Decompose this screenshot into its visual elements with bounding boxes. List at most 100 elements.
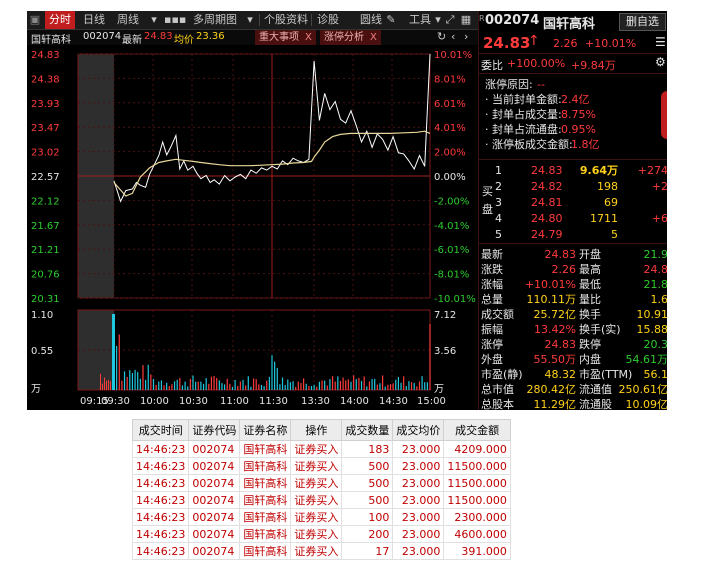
r-marker: R [479, 14, 485, 23]
intraday-chart[interactable]: 24.83 10.01% 24.38 8.01% 23.93 6.01% 23.47 4.01… [27, 11, 478, 410]
table-row[interactable]: 14:46:23 002074 国轩高科 证券买入 200 23.000 4600.000 [131, 525, 511, 543]
pct-tick-label: -2.00% [434, 196, 469, 207]
stat-value: 11.29亿 [533, 398, 577, 410]
volume-bar [242, 379, 244, 390]
buy-volume: 69 [604, 196, 618, 209]
volume-bar [226, 378, 228, 390]
volume-bar [187, 386, 189, 390]
table-cell: 002074 [188, 457, 241, 475]
volume-bar [326, 385, 328, 390]
remove-watchlist-button[interactable]: 删自选 [619, 13, 666, 31]
menu-icon[interactable]: ☰ [655, 35, 666, 49]
volume-bar [321, 380, 323, 390]
volume-bar [429, 324, 431, 390]
buy-level-row[interactable]: 3 24.81 69 [479, 195, 667, 211]
volume-bar [229, 383, 231, 390]
quote-change-pct: +10.01% [585, 37, 637, 50]
table-header-cell: 证券名称 [239, 419, 292, 441]
limit-info-value: 1.8亿 [571, 138, 600, 151]
volume-bar [358, 377, 360, 390]
table-cell: 国轩高科 [239, 508, 292, 526]
ratio-diff: +9.84万 [571, 59, 616, 72]
volume-bar [410, 382, 413, 390]
volume-bar [192, 375, 194, 390]
limit-info-row: · 封单占流通盘: 0.95% [479, 122, 667, 137]
volume-bar [260, 384, 263, 390]
volume-bar [160, 380, 162, 390]
vol-left-tick: 万 [31, 384, 41, 395]
time-tick-label: 15:00 [417, 396, 446, 407]
volume-bar [337, 376, 339, 390]
quote-name: 国轩高科 [543, 17, 596, 32]
limit-info-row: 涨停原因: -- [479, 77, 667, 92]
table-row[interactable]: 14:46:23 002074 国轩高科 证券买入 100 23.000 2300.000 [131, 508, 511, 526]
buy-price: 24.79 [531, 228, 563, 241]
volume-bar [324, 380, 326, 390]
pct-tick-label: -6.01% [434, 245, 469, 256]
buy-level-row[interactable]: 2 24.82 198 +2 [479, 179, 667, 195]
volume-bar [142, 365, 144, 390]
gear-icon[interactable]: ⚙ [655, 55, 666, 69]
volume-bar [179, 377, 181, 390]
price-tick-label: 24.83 [31, 50, 60, 61]
volume-bar [216, 378, 218, 390]
buy-level-row[interactable]: 5 24.79 5 [479, 227, 667, 243]
ratio-label: 委比 [481, 59, 503, 72]
stat-label: 总市值 [481, 383, 514, 396]
trade-records-table: 成交时间 证券代码 证券名称 操作 成交数量 成交均价 成交金额 14:46:23 00207… [131, 419, 511, 560]
limit-info-label: · 封单占成交量: [485, 108, 562, 121]
volume-bar [303, 378, 305, 390]
stat-label: 换手 [579, 308, 601, 321]
table-cell: 11500.000 [443, 457, 511, 475]
ratio-value: +100.00% [507, 57, 566, 70]
price-tick-label: 21.21 [31, 245, 60, 256]
volume-bar [126, 376, 128, 390]
buy-level-row[interactable]: 4 24.80 1711 +6 [479, 211, 667, 227]
volume-bar [426, 382, 428, 390]
table-row[interactable]: 14:46:23 002074 国轩高科 证券买入 500 23.000 11500.000 [131, 491, 511, 509]
buy-level-row[interactable]: 1 24.83 9.64万 +274 [479, 163, 667, 179]
table-cell: 23.000 [392, 457, 445, 475]
pct-tick-label: 10.01% [434, 50, 472, 61]
stat-value: 15.88 [636, 323, 668, 336]
volume-bar [339, 381, 342, 390]
table-cell: 23.000 [392, 474, 445, 492]
volume-bar [292, 381, 294, 390]
volume-bar [266, 380, 268, 390]
volume-bar [379, 383, 381, 390]
volume-bar [345, 380, 347, 390]
stat-value: 55.50万 [533, 353, 577, 366]
table-header-cell: 证券代码 [188, 419, 241, 441]
stat-row: 外盘 55.50万 内盘 54.61万 [479, 352, 667, 367]
table-row[interactable]: 14:46:23 002074 国轩高科 证券买入 17 23.000 391.000 [131, 542, 511, 560]
volume-bar [263, 386, 265, 390]
quote-code: 002074 [485, 13, 540, 28]
stat-label: 流通股 [579, 398, 612, 410]
table-cell: 2300.000 [443, 508, 511, 526]
volume-bar [218, 380, 220, 390]
table-row[interactable]: 14:46:23 002074 国轩高科 证券买入 500 23.000 11500.000 [131, 457, 511, 475]
buy-level: 2 [495, 180, 502, 193]
volume-bar [168, 386, 170, 390]
table-cell: 002074 [188, 508, 241, 526]
stat-label: 最高 [579, 263, 601, 276]
side-tab[interactable] [661, 91, 667, 139]
volume-bar [200, 381, 202, 390]
volume-bar [106, 380, 107, 390]
volume-bar [316, 386, 318, 390]
volume-bar [421, 376, 423, 390]
volume-bar [121, 380, 123, 390]
table-cell: 200 [341, 525, 394, 543]
volume-bar [395, 379, 397, 390]
volume-bar [231, 386, 234, 390]
volume-bar [347, 379, 349, 390]
stat-label: 外盘 [481, 353, 503, 366]
limit-info-value: 2.4亿 [561, 93, 590, 106]
volume-bar [342, 377, 344, 390]
buy-volume: 5 [611, 228, 618, 241]
volume-bar [173, 381, 176, 390]
table-row[interactable]: 14:46:23 002074 国轩高科 证券买入 500 23.000 11500.000 [131, 474, 511, 492]
table-row[interactable]: 14:46:23 002074 国轩高科 证券买入 183 23.000 4209.000 [131, 440, 511, 458]
stat-row: 总市值 280.42亿 流通值 250.61亿 [479, 382, 667, 397]
volume-bar [147, 364, 149, 390]
